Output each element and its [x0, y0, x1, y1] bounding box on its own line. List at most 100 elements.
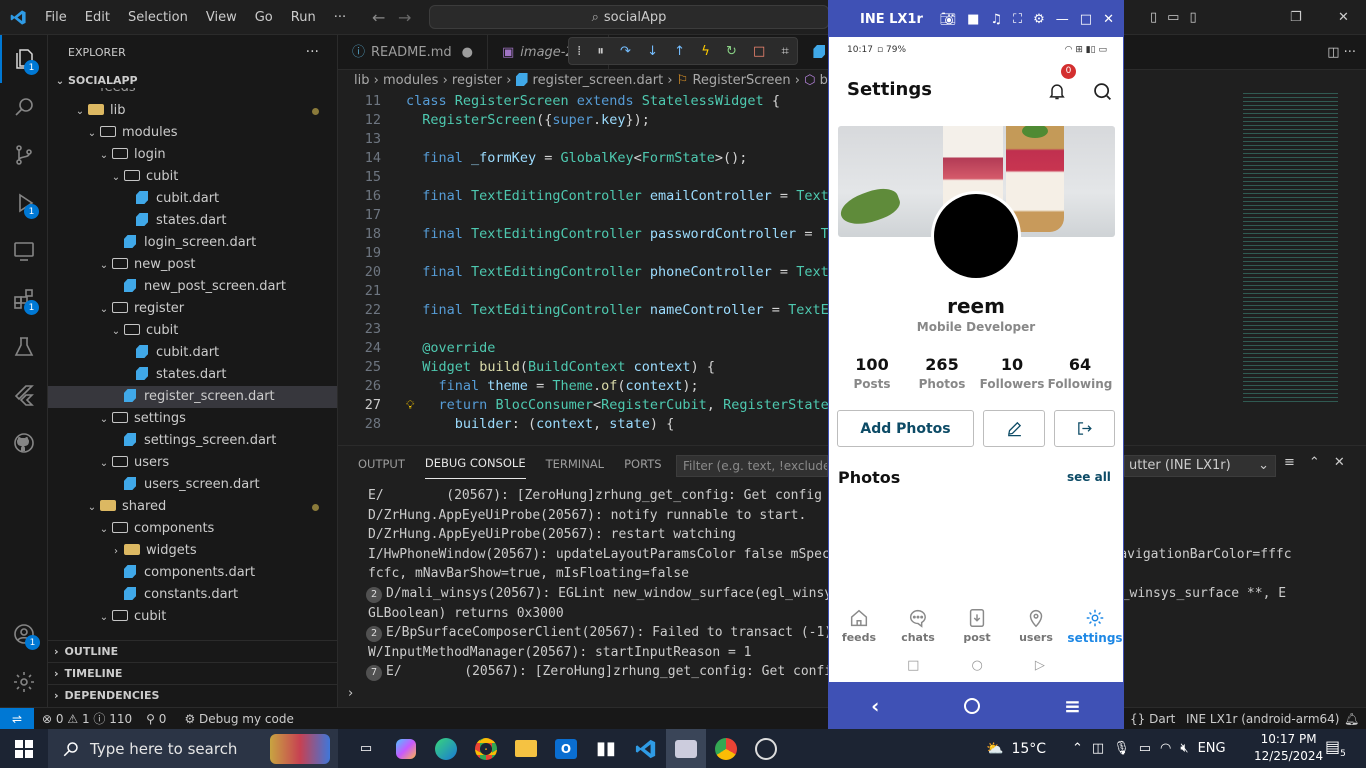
layout-sidebar-icon[interactable]: ▯ — [1150, 10, 1157, 25]
explorer-icon[interactable]: 1 — [0, 35, 47, 83]
nav-forward-icon[interactable]: → — [398, 8, 411, 27]
panel-tab-output[interactable]: OUTPUT — [358, 449, 405, 479]
outlook-icon[interactable]: O — [546, 729, 586, 768]
file-explorer-icon[interactable] — [506, 729, 546, 768]
notifications-bell-icon[interactable]: 0 — [1047, 64, 1076, 105]
tree-item-widgets[interactable]: › widgets — [48, 540, 337, 562]
filter-input[interactable]: Filter (e.g. text, !exclude, \es — [676, 455, 828, 477]
close-panel-icon[interactable]: ✕ — [1334, 455, 1345, 470]
clear-console-icon[interactable]: ≡ — [1284, 455, 1295, 470]
logout-button[interactable] — [1054, 410, 1115, 447]
step-into-icon[interactable]: ↓ — [647, 44, 658, 59]
pause-icon[interactable]: ⏸ — [597, 44, 604, 59]
record-video-icon[interactable]: ■ — [967, 12, 979, 27]
nav-back-icon[interactable]: ← — [372, 8, 385, 27]
home-icon[interactable] — [963, 697, 980, 714]
search-view-icon[interactable] — [0, 83, 47, 131]
tree-item-states-dart[interactable]: states.dart — [48, 364, 337, 386]
tree-item-new-post-screen-dart[interactable]: new_post_screen.dart — [48, 276, 337, 298]
close-icon[interactable]: ✕ — [1103, 12, 1114, 27]
console-input-chevron-icon[interactable]: › — [348, 686, 353, 701]
nav-post[interactable]: post — [947, 607, 1007, 644]
notifications-bell-icon[interactable]: 🔔︎ — [1344, 712, 1359, 726]
recent-apps-icon[interactable]: □ — [907, 658, 919, 673]
stat-followers[interactable]: 10 Followers — [977, 355, 1047, 391]
nav-feeds[interactable]: feeds — [829, 607, 889, 644]
tree-item-components-dart[interactable]: components.dart — [48, 562, 337, 584]
testing-icon[interactable] — [0, 323, 47, 371]
layout-panel-icon[interactable]: ▭ — [1167, 10, 1179, 25]
clock[interactable]: 10:17 PM 12/25/2024 — [1254, 731, 1323, 765]
home-circle-icon[interactable]: ○ — [971, 658, 982, 673]
extensions-icon[interactable]: 1 — [0, 275, 47, 323]
breadcrumb-item[interactable]: lib — [354, 73, 369, 88]
tree-item-modules[interactable]: ⌄ modules — [48, 122, 337, 144]
obs-icon[interactable] — [746, 729, 786, 768]
step-over-icon[interactable]: ↷ — [620, 44, 631, 59]
command-search-box[interactable]: ⌕ socialApp — [429, 5, 829, 29]
drag-handle-icon[interactable]: ⁞ — [577, 44, 581, 59]
notification-center-icon[interactable]: ▤5 — [1325, 737, 1346, 759]
stop-icon[interactable]: □ — [753, 44, 765, 59]
hot-reload-icon[interactable]: ϟ — [701, 44, 710, 59]
tree-item-constants-dart[interactable]: constants.dart — [48, 584, 337, 606]
taskbar-search-box[interactable]: Type here to search — [48, 729, 338, 768]
stat-posts[interactable]: 100 Posts — [837, 355, 907, 391]
section-dependencies[interactable]: › DEPENDENCIES — [48, 684, 337, 706]
menu-item-view[interactable]: View — [206, 10, 237, 25]
chrome-profile-icon[interactable] — [706, 729, 746, 768]
tree-item-new-post[interactable]: ⌄ new_post — [48, 254, 337, 276]
debug-launch[interactable]: ⚙ Debug my code — [184, 712, 293, 726]
weather-widget[interactable]: ⛅ 15°C — [986, 741, 1046, 757]
tree-item-cubit-dart[interactable]: cubit.dart — [48, 342, 337, 364]
remote-explorer-icon[interactable] — [0, 227, 47, 275]
flutter-icon[interactable] — [0, 371, 47, 419]
volume-muted-icon[interactable]: 🔇︎ — [1180, 741, 1188, 756]
breadcrumb-item[interactable]: modules — [383, 73, 439, 88]
overview-menu-icon[interactable]: ≡ — [1064, 694, 1081, 718]
stat-following[interactable]: 64 Following — [1045, 355, 1115, 391]
layout-secondary-icon[interactable]: ▯ — [1189, 10, 1196, 25]
more-actions-icon[interactable]: ··· — [306, 35, 319, 70]
tree-item-register-screen-dart[interactable]: register_screen.dart — [48, 386, 337, 408]
screenshot-camera-icon[interactable]: 📷︎ — [940, 12, 957, 27]
breadcrumb-item[interactable]: register — [452, 73, 502, 88]
editor-tab-0[interactable]: ⓘ README.md ● — [338, 35, 488, 69]
maximize-panel-icon[interactable]: ⌃ — [1309, 455, 1320, 470]
menu-item-go[interactable]: Go — [255, 10, 273, 25]
problems-indicator[interactable]: ⊗ 0 ⚠ 1 ⓘ 110 — [42, 710, 132, 727]
ports-indicator[interactable]: ⚲ 0 — [146, 712, 166, 726]
tree-item-settings[interactable]: ⌄ settings — [48, 408, 337, 430]
task-view-icon[interactable]: ▭ — [346, 729, 386, 768]
see-all-link[interactable]: see all — [1067, 470, 1111, 484]
audio-headset-icon[interactable]: ♫ — [990, 12, 1002, 27]
breadcrumb-item[interactable]: register_screen.dart — [533, 73, 664, 88]
wifi-icon[interactable]: ◠ — [1160, 741, 1171, 756]
tree-item-cubit[interactable]: ⌄ cubit — [48, 166, 337, 188]
chrome-icon[interactable] — [466, 729, 506, 768]
tree-item-shared[interactable]: ⌄ shared — [48, 496, 337, 518]
language-mode[interactable]: {} Dart — [1130, 712, 1175, 726]
split-editor-icon[interactable]: ◫ ··· — [1327, 35, 1356, 69]
manage-gear-icon[interactable] — [0, 658, 48, 706]
window-restore-icon[interactable]: ❐ — [1290, 10, 1302, 25]
tree-item-cubit-dart[interactable]: cubit.dart — [48, 188, 337, 210]
input-language[interactable]: ENG — [1198, 741, 1226, 756]
github-icon[interactable] — [0, 419, 47, 467]
lightbulb-icon[interactable]: 💡︎ — [406, 396, 414, 415]
back-chevron-icon[interactable]: ‹ — [871, 694, 879, 718]
tree-item-states-dart[interactable]: states.dart — [48, 210, 337, 232]
copilot-icon[interactable] — [386, 729, 426, 768]
back-triangle-icon[interactable]: ▷ — [1035, 658, 1045, 673]
step-out-icon[interactable]: ↑ — [674, 44, 685, 59]
stat-photos[interactable]: 265 Photos — [907, 355, 977, 391]
restart-icon[interactable]: ↻ — [726, 44, 737, 59]
menu-item-edit[interactable]: Edit — [85, 10, 110, 25]
maximize-icon[interactable]: □ — [1080, 12, 1092, 27]
inspect-icon[interactable]: ⌗ — [781, 44, 788, 59]
window-close-icon[interactable]: ✕ — [1338, 10, 1349, 25]
meet-now-icon[interactable]: ◫ — [1092, 741, 1104, 756]
nav-chats[interactable]: chats — [888, 607, 948, 644]
settings-gear-icon[interactable]: ⚙ — [1033, 12, 1045, 27]
edit-profile-button[interactable] — [983, 410, 1045, 447]
